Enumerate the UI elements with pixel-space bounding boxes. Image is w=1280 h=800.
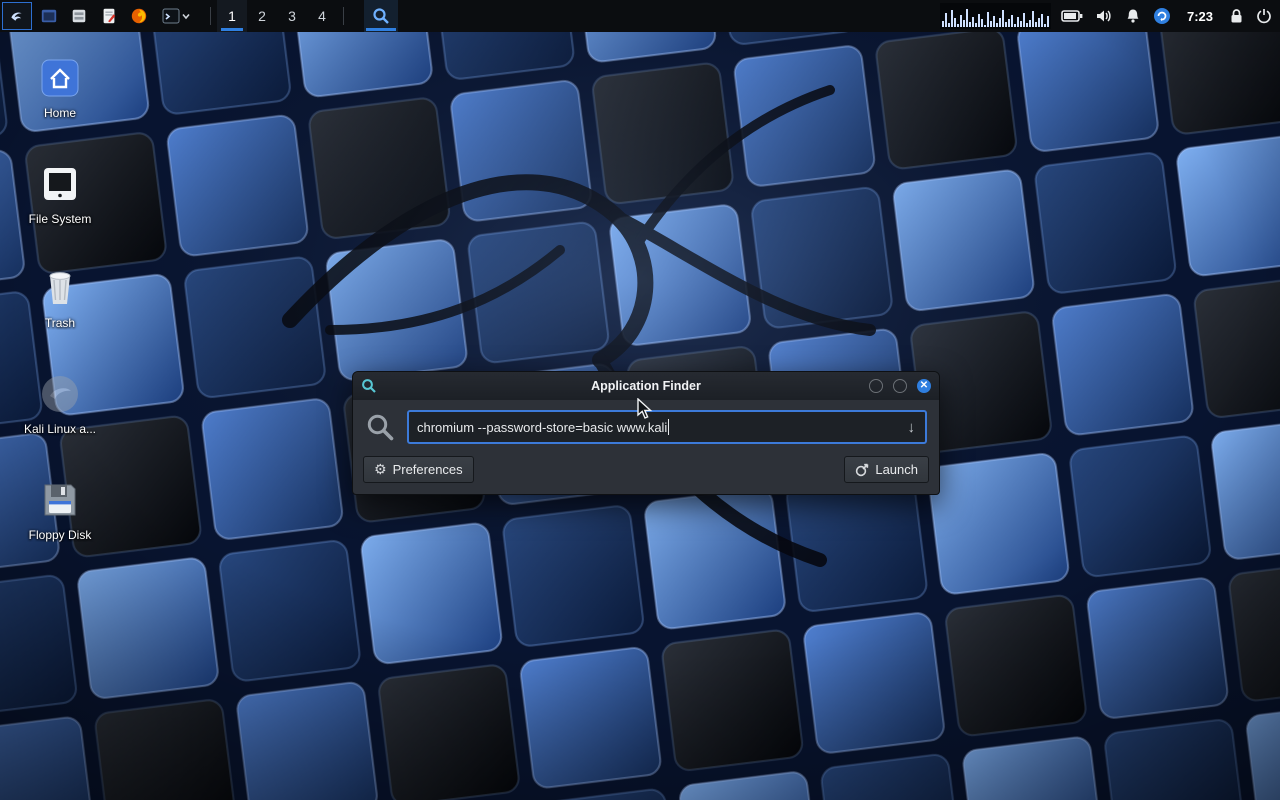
history-dropdown-arrow-icon[interactable]: ↓ [906,419,918,436]
desktop-icon-file-system[interactable]: File System [8,160,112,226]
file-manager-icon [70,6,88,26]
dialog-button-row: ⚙ Preferences Launch [353,450,939,493]
text-editor-launcher[interactable] [94,2,124,30]
taskbar-application-finder[interactable] [364,0,398,32]
launch-icon [855,463,869,477]
battery-icon[interactable] [1061,9,1083,23]
launch-button-label: Launch [875,462,918,477]
desktop-icon-label: Kali Linux a... [8,422,112,436]
maximize-button[interactable] [893,379,907,393]
desktop-icon-label: Floppy Disk [8,528,112,542]
preferences-button[interactable]: ⚙ Preferences [363,456,474,483]
home-icon [36,54,84,102]
workspace-4[interactable]: 4 [307,0,337,32]
chevron-down-icon [181,11,191,21]
floppy-disk-icon [36,476,84,524]
panel-separator [210,7,211,25]
desktop-icon-home[interactable]: Home [8,54,112,120]
minimize-button[interactable] [869,379,883,393]
workspace-2[interactable]: 2 [247,0,277,32]
lock-icon[interactable] [1229,8,1244,24]
panel-separator [343,7,344,25]
cpu-graph[interactable] [940,3,1051,29]
window-titlebar-app-icon [361,378,377,394]
search-icon [365,412,395,442]
window-app-icon [40,6,58,26]
search-input-value: chromium --password-store=basic www.kali [417,420,667,435]
desktop-icon-floppy-disk[interactable]: Floppy Disk [8,476,112,542]
desktop-icon-label: Trash [8,316,112,330]
top-panel: 1 2 3 4 [0,0,1280,32]
desktop-icon-label: Home [8,106,112,120]
gear-icon: ⚙ [374,461,387,478]
search-input[interactable]: chromium --password-store=basic www.kali… [407,410,927,444]
file-manager-launcher[interactable] [64,2,94,30]
kali-logo-icon [9,6,25,26]
trash-icon [36,264,84,312]
window-title: Application Finder [353,379,939,393]
logout-power-icon[interactable] [1256,8,1272,24]
window-app-launcher[interactable] [34,2,64,30]
desktop-icon-label: File System [8,212,112,226]
kali-menu-button[interactable] [2,2,32,30]
launch-button[interactable]: Launch [844,456,929,483]
window-controls: ✕ [869,379,931,393]
firefox-icon [130,6,148,26]
firefox-launcher[interactable] [124,2,154,30]
workspace-3[interactable]: 3 [277,0,307,32]
notifications-bell-icon[interactable] [1125,8,1141,24]
desktop-icon-kali-linux[interactable]: Kali Linux a... [8,370,112,436]
system-tray: 7:23 [1061,7,1272,25]
desktop-icon-trash[interactable]: Trash [8,264,112,330]
workspace-switcher: 1 2 3 4 [204,0,350,32]
search-row: chromium --password-store=basic www.kali… [353,400,939,450]
text-caret [668,419,669,435]
terminal-launcher[interactable] [154,2,198,30]
volume-icon[interactable] [1095,8,1113,24]
window-titlebar[interactable]: Application Finder ✕ [353,372,939,400]
panel-right: 7:23 [940,0,1280,32]
file-system-icon [36,160,84,208]
workspace-1[interactable]: 1 [217,0,247,32]
kali-docs-icon [36,370,84,418]
updates-icon[interactable] [1153,7,1171,25]
close-button[interactable]: ✕ [917,379,931,393]
application-finder-icon [372,7,390,25]
panel-clock[interactable]: 7:23 [1183,9,1217,24]
panel-left: 1 2 3 4 [0,0,398,32]
text-editor-icon [100,6,118,26]
application-finder-window: Application Finder ✕ chromium --password… [352,371,940,495]
preferences-button-label: Preferences [393,462,463,477]
terminal-icon [161,6,181,26]
